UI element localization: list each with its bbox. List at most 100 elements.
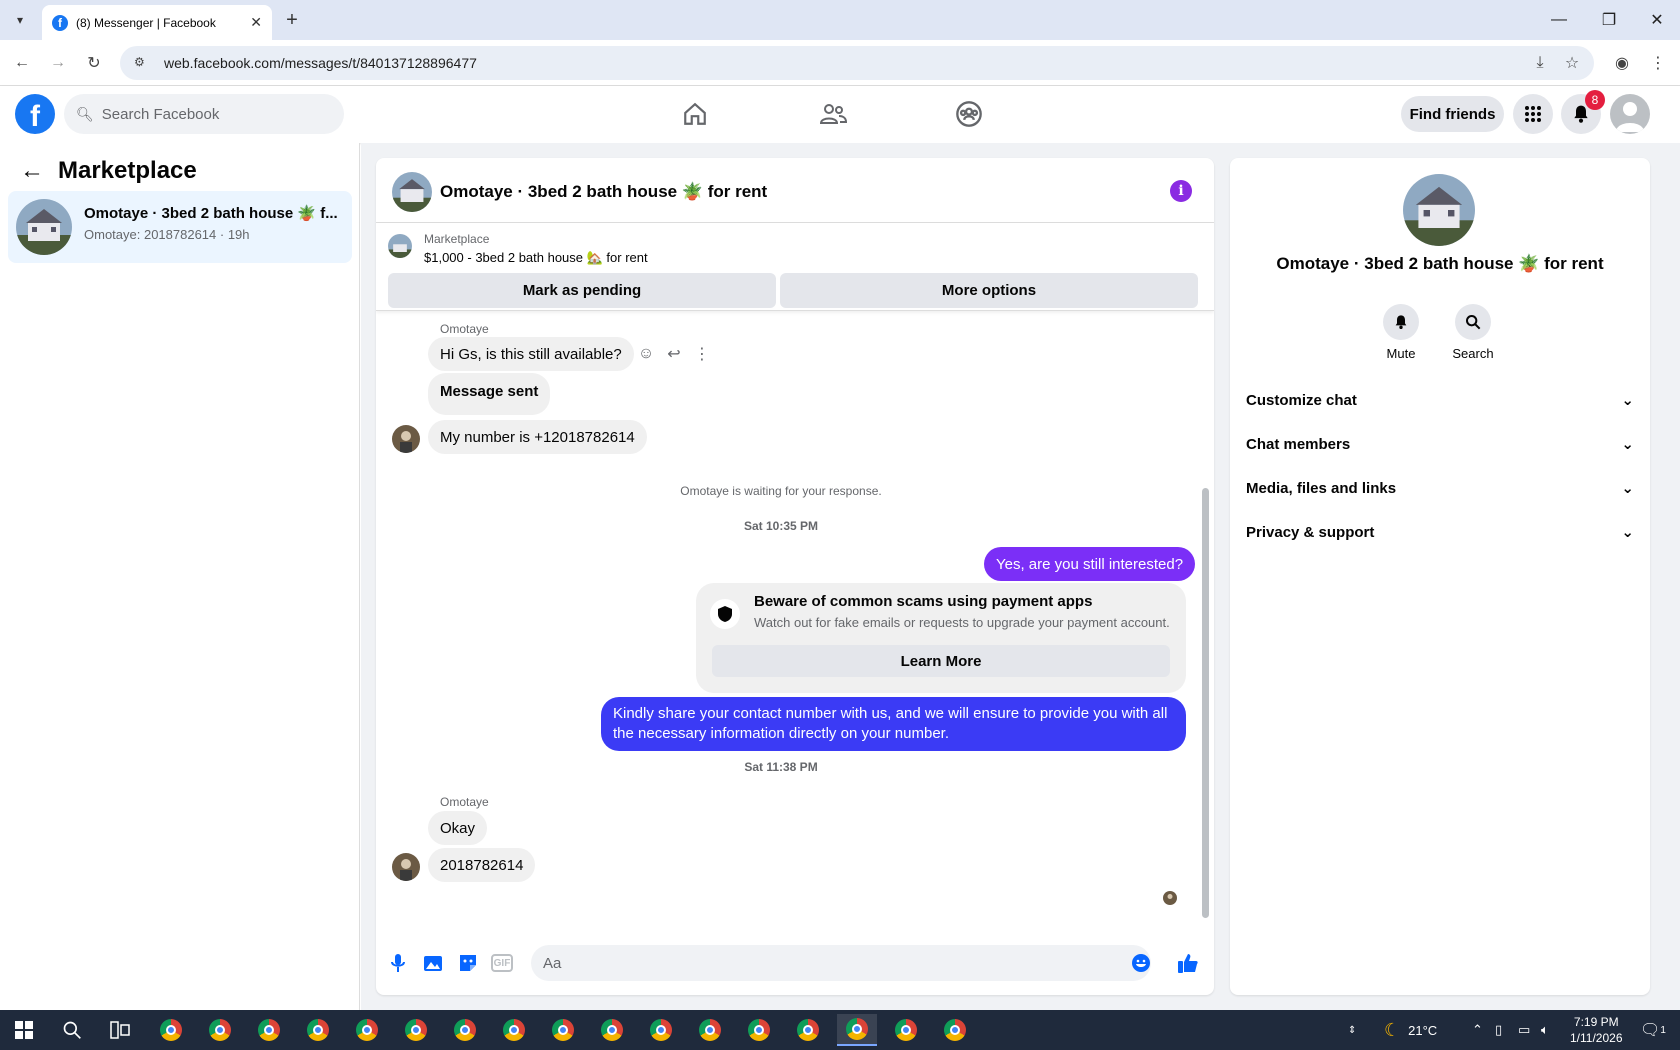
- mute-button[interactable]: Mute: [1371, 304, 1431, 361]
- chrome-taskbar-icon[interactable]: [347, 1014, 387, 1046]
- chevron-down-icon: ⌄: [1621, 480, 1634, 497]
- menu-kebab-icon[interactable]: ⋮: [1646, 51, 1670, 75]
- chevron-down-icon: ⌄: [1621, 524, 1634, 541]
- emoji-icon[interactable]: [1129, 951, 1153, 975]
- sender-avatar[interactable]: [392, 853, 420, 881]
- chat-title[interactable]: Omotaye · 3bed 2 bath house 🪴 for rent: [440, 182, 767, 202]
- reload-icon[interactable]: ↻: [82, 51, 106, 75]
- minimize-button[interactable]: —: [1536, 0, 1582, 40]
- marketplace-header: ← Marketplace: [20, 157, 197, 185]
- forward-icon[interactable]: →: [46, 51, 70, 75]
- media-files-links-row[interactable]: Media, files and links ⌄: [1246, 468, 1634, 508]
- back-icon[interactable]: ←: [10, 51, 34, 75]
- tab-search-dropdown[interactable]: ▾: [8, 8, 32, 32]
- find-friends-button[interactable]: Find friends: [1401, 96, 1504, 132]
- message-input[interactable]: Aa: [531, 945, 1151, 981]
- chrome-taskbar-icon[interactable]: [494, 1014, 534, 1046]
- browser-tab[interactable]: f (8) Messenger | Facebook ✕: [42, 5, 272, 40]
- url-bar[interactable]: ⚙ web.facebook.com/messages/t/8401371288…: [120, 46, 1594, 80]
- chrome-taskbar-icon[interactable]: [249, 1014, 289, 1046]
- weather-widget[interactable]: ☾ 21°C: [1384, 1010, 1437, 1050]
- profile-icon[interactable]: ◉: [1610, 51, 1634, 75]
- incoming-message[interactable]: Message sent: [428, 373, 551, 415]
- incoming-message[interactable]: Okay: [428, 811, 488, 845]
- task-view-icon[interactable]: [100, 1014, 140, 1046]
- scam-description: Watch out for fake emails or requests to…: [754, 615, 1170, 630]
- sender-avatar[interactable]: [392, 425, 420, 453]
- incoming-message[interactable]: 2018782614: [428, 848, 536, 882]
- site-settings-icon[interactable]: ⚙: [134, 55, 150, 71]
- mark-as-pending-button[interactable]: Mark as pending: [388, 273, 776, 308]
- outgoing-message[interactable]: Kindly share your contact number with us…: [601, 697, 1186, 751]
- incoming-message[interactable]: Hi Gs, is this still available?: [428, 337, 634, 371]
- outgoing-message[interactable]: Yes, are you still interested?: [984, 547, 1196, 581]
- chrome-taskbar-icon[interactable]: [886, 1014, 926, 1046]
- chat-members-row[interactable]: Chat members ⌄: [1246, 424, 1634, 464]
- chrome-taskbar-icon[interactable]: [788, 1014, 828, 1046]
- more-actions-icon[interactable]: ⋮: [690, 342, 714, 366]
- bookmark-star-icon[interactable]: ☆: [1560, 51, 1584, 75]
- chrome-taskbar-icon[interactable]: [592, 1014, 632, 1046]
- privacy-support-row[interactable]: Privacy & support ⌄: [1246, 512, 1634, 552]
- profile-name: Omotaye · 3bed 2 bath house 🪴 for rent: [1276, 254, 1604, 273]
- profile-avatar[interactable]: [1403, 174, 1475, 246]
- close-tab-icon[interactable]: ✕: [250, 14, 262, 31]
- network-icon[interactable]: ▭: [1518, 1010, 1530, 1050]
- chrome-taskbar-icon[interactable]: [935, 1014, 975, 1046]
- chrome-taskbar-icon[interactable]: [690, 1014, 730, 1046]
- search-icon: [1455, 304, 1491, 340]
- microphone-icon[interactable]: [386, 951, 410, 975]
- back-arrow-icon[interactable]: ←: [20, 157, 44, 185]
- info-icon[interactable]: i: [1170, 180, 1192, 202]
- chrome-taskbar-icon[interactable]: [543, 1014, 583, 1046]
- shield-icon: [710, 599, 740, 629]
- sticker-icon[interactable]: [456, 951, 480, 975]
- timestamp: Sat 10:35 PM: [743, 519, 819, 533]
- account-avatar[interactable]: [1610, 94, 1650, 134]
- gif-icon[interactable]: GIF: [491, 954, 513, 972]
- search-conversation-button[interactable]: Search: [1443, 304, 1503, 361]
- chrome-taskbar-icon[interactable]: [200, 1014, 240, 1046]
- url-text: web.facebook.com/messages/t/840137128896…: [164, 55, 477, 71]
- react-emoji-icon[interactable]: ☺: [634, 342, 658, 366]
- new-tab-button[interactable]: +: [280, 8, 304, 32]
- chrome-taskbar-icon-active[interactable]: [837, 1014, 877, 1046]
- volume-icon[interactable]: 🔈︎: [1541, 1010, 1549, 1050]
- notification-center-icon[interactable]: 🗨︎ 1: [1640, 1010, 1666, 1050]
- chrome-taskbar-icon[interactable]: [396, 1014, 436, 1046]
- close-window-button[interactable]: ✕: [1634, 0, 1680, 40]
- home-icon[interactable]: [675, 94, 715, 134]
- learn-more-button[interactable]: Learn More: [712, 645, 1170, 677]
- chrome-taskbar-icon[interactable]: [445, 1014, 485, 1046]
- menu-grid-icon[interactable]: [1513, 94, 1553, 134]
- restore-button[interactable]: ❐: [1586, 0, 1632, 40]
- chrome-taskbar-icon[interactable]: [298, 1014, 338, 1046]
- chat-avatar[interactable]: [392, 172, 432, 212]
- incoming-message[interactable]: My number is +12018782614: [428, 420, 647, 454]
- windows-start-icon[interactable]: [4, 1014, 44, 1046]
- reply-icon[interactable]: ↩: [662, 342, 686, 366]
- photo-icon[interactable]: [421, 951, 445, 975]
- listing-thumb[interactable]: [388, 234, 412, 258]
- friends-icon[interactable]: [813, 94, 853, 134]
- tray-scroll-arrows[interactable]: ⇕: [1348, 1010, 1356, 1050]
- facebook-logo-icon[interactable]: f: [15, 94, 55, 134]
- clock[interactable]: 7:19 PM 1/11/2026: [1570, 1010, 1623, 1050]
- search-icon[interactable]: [52, 1014, 92, 1046]
- search-facebook-input[interactable]: 🔍︎ Search Facebook: [64, 94, 344, 134]
- weather-moon-icon: ☾: [1384, 1019, 1401, 1040]
- battery-icon[interactable]: ▯: [1495, 1010, 1502, 1050]
- listing-price[interactable]: $1,000 - 3bed 2 bath house 🏡 for rent: [424, 250, 648, 266]
- show-hidden-icons-chevron[interactable]: ⌃: [1472, 1010, 1483, 1050]
- chrome-taskbar-icon[interactable]: [739, 1014, 779, 1046]
- conversation-name: Omotaye · 3bed 2 bath house 🪴 f...: [84, 205, 338, 222]
- customize-chat-row[interactable]: Customize chat ⌄: [1246, 380, 1634, 420]
- scrollbar-thumb[interactable]: [1202, 488, 1209, 918]
- chrome-taskbar-icon[interactable]: [151, 1014, 191, 1046]
- install-app-icon[interactable]: ⤓: [1528, 51, 1552, 75]
- thumbs-up-icon[interactable]: [1176, 951, 1200, 975]
- groups-icon[interactable]: [949, 94, 989, 134]
- more-options-button[interactable]: More options: [780, 273, 1198, 308]
- conversation-item[interactable]: Omotaye · 3bed 2 bath house 🪴 f... Omota…: [8, 191, 352, 263]
- chrome-taskbar-icon[interactable]: [641, 1014, 681, 1046]
